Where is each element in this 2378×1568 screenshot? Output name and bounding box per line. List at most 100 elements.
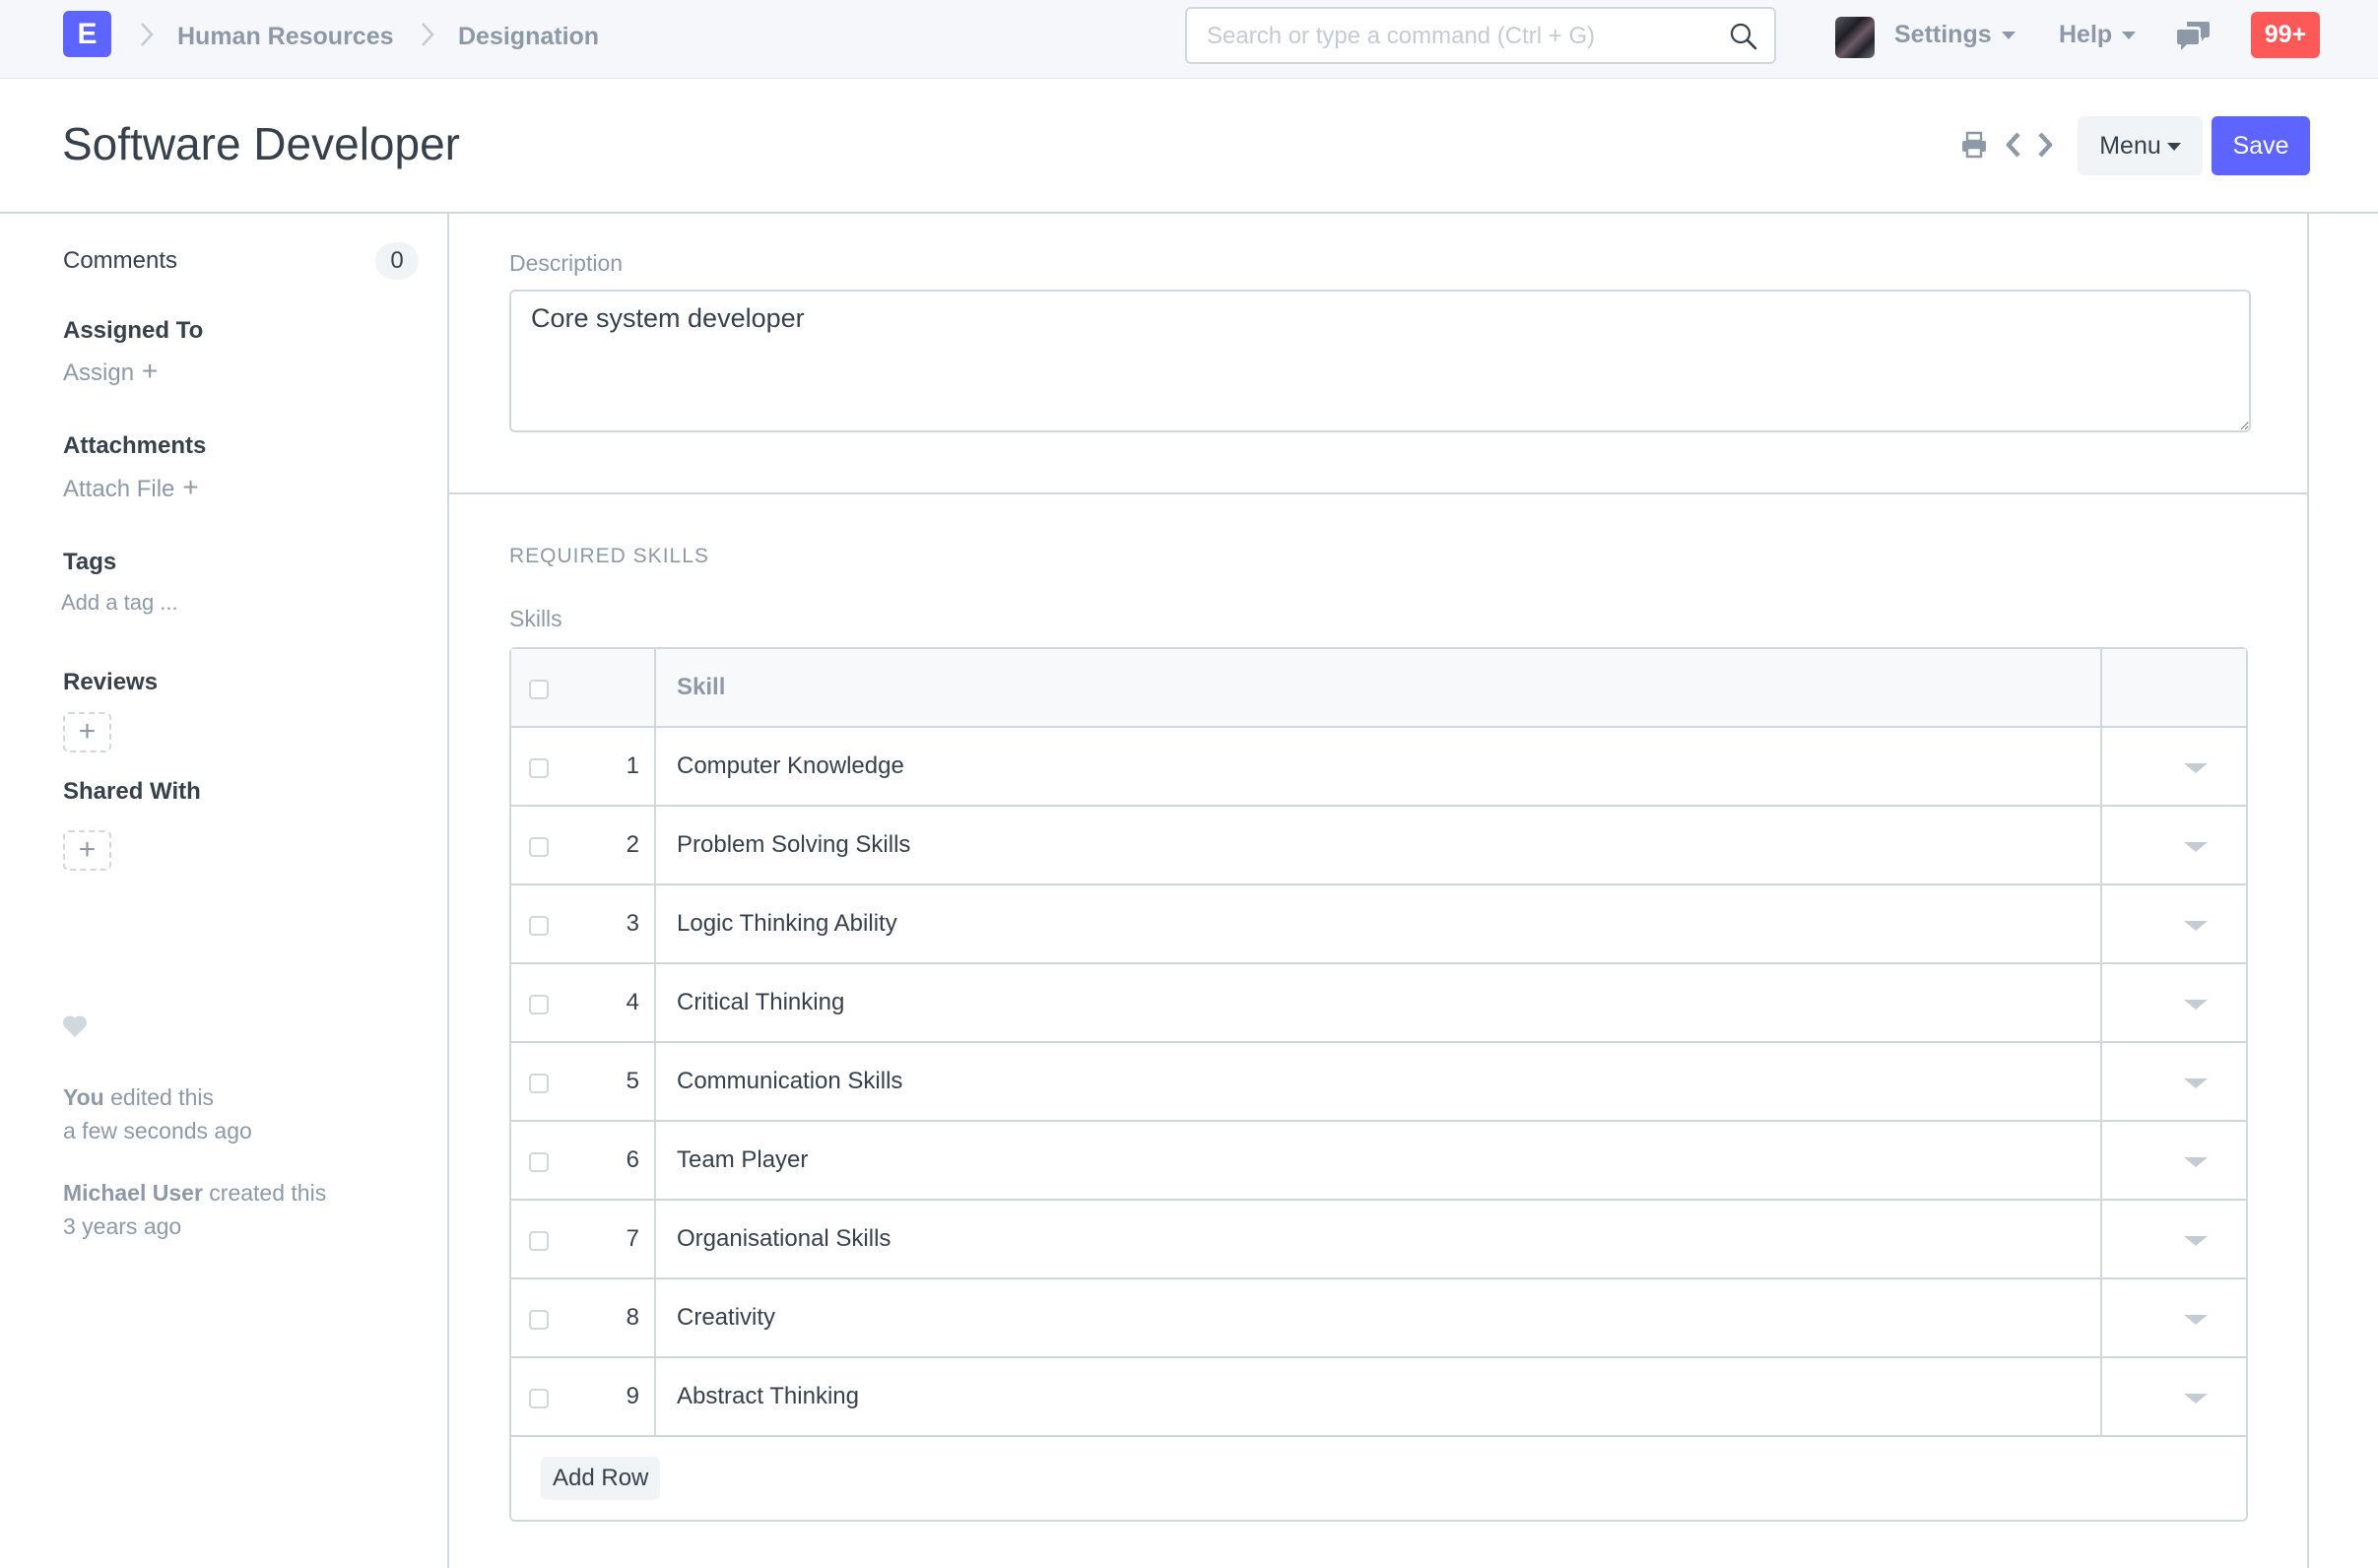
add-tag-input[interactable]: Add a tag ... [61,588,178,618]
row-edit-dropdown-icon[interactable] [2184,1315,2208,1325]
breadcrumb-designation[interactable]: Designation [458,22,599,51]
comments-label[interactable]: Comments [63,246,177,276]
notifications-badge[interactable]: 99+ [2251,12,2320,58]
settings-dropdown[interactable]: Settings [1894,18,2015,51]
row-checkbox[interactable] [529,837,549,857]
add-row-button[interactable]: Add Row [541,1457,661,1500]
plus-icon: + [182,472,199,502]
attach-file-label: Attach File [63,476,175,502]
add-review-button[interactable]: + [63,712,111,752]
heart-icon[interactable] [62,1014,88,1038]
shared-with-heading: Shared With [63,778,201,805]
activity-time: 3 years ago [63,1213,182,1239]
skill-cell[interactable]: Logic Thinking Ability [677,909,897,939]
settings-label: Settings [1894,21,1992,48]
row-edit-dropdown-icon[interactable] [2184,842,2208,852]
skill-cell[interactable]: Communication Skills [677,1067,902,1096]
chat-icon[interactable] [2177,20,2211,51]
row-checkbox[interactable] [529,1389,549,1408]
page-head: Software Developer [0,79,2378,214]
row-edit-dropdown-icon[interactable] [2184,1394,2208,1404]
skill-cell[interactable]: Creativity [677,1303,775,1333]
column-divider [654,1043,656,1120]
table-row[interactable]: 6 Team Player [511,1122,2246,1201]
column-divider [2100,807,2102,883]
table-row[interactable]: 5 Communication Skills [511,1043,2246,1122]
skill-cell[interactable]: Problem Solving Skills [677,830,910,860]
navbar: E Human Resources Designation Settings H… [0,0,2378,79]
row-index: 2 [626,831,639,858]
row-checkbox[interactable] [529,1231,549,1251]
help-dropdown[interactable]: Help [2059,18,2137,51]
description-field[interactable] [509,290,2251,432]
row-index: 9 [626,1383,639,1409]
app-logo[interactable]: E [63,11,111,57]
skills-table: Skill 1 Computer Knowledge 2 Problem Solvin… [509,647,2248,1522]
table-footer: Add Row [511,1437,2246,1520]
row-checkbox[interactable] [529,916,549,936]
column-divider [2100,728,2102,805]
column-divider [2100,1043,2102,1120]
row-edit-dropdown-icon[interactable] [2184,1236,2208,1246]
skill-cell[interactable]: Team Player [677,1145,808,1175]
row-index: 6 [626,1146,639,1173]
menu-button[interactable]: Menu [2078,116,2203,175]
table-row[interactable]: 4 Critical Thinking [511,964,2246,1043]
table-row[interactable]: 3 Logic Thinking Ability [511,885,2246,964]
skill-cell[interactable]: Abstract Thinking [677,1382,859,1411]
search-input[interactable] [1207,21,1719,52]
search-icon[interactable] [1729,22,1758,51]
assigned-to-heading: Assigned To [63,317,204,344]
plus-icon: + [142,356,159,386]
select-all-checkbox[interactable] [529,680,549,699]
column-divider [654,1279,656,1356]
row-checkbox[interactable] [529,1074,549,1093]
chevron-right-icon [141,23,154,46]
row-checkbox[interactable] [529,1152,549,1172]
add-share-button[interactable]: + [63,830,111,871]
form-sidebar: Comments 0 Assigned To Assign + Attachmen… [0,214,449,1568]
table-header: Skill [511,649,2246,728]
activity-user[interactable]: You [63,1084,104,1110]
next-record-icon[interactable] [2035,130,2055,160]
column-divider [2100,1279,2102,1356]
row-checkbox[interactable] [529,995,549,1014]
description-label: Description [509,250,624,276]
row-edit-dropdown-icon[interactable] [2184,1000,2208,1010]
table-row[interactable]: 9 Abstract Thinking [511,1358,2246,1437]
save-button[interactable]: Save [2212,116,2310,175]
row-edit-dropdown-icon[interactable] [2184,1157,2208,1167]
attach-file-link[interactable]: Attach File + [63,473,199,504]
column-divider [2100,1358,2102,1435]
row-checkbox[interactable] [529,758,549,778]
caret-down-icon [2166,143,2181,152]
print-icon[interactable] [1960,131,1988,159]
table-row[interactable]: 1 Computer Knowledge [511,728,2246,807]
row-index: 1 [626,752,639,779]
skill-cell[interactable]: Computer Knowledge [677,751,904,781]
row-checkbox[interactable] [529,1310,549,1330]
table-row[interactable]: 2 Problem Solving Skills [511,807,2246,885]
assign-link[interactable]: Assign + [63,357,158,388]
row-edit-dropdown-icon[interactable] [2184,921,2208,931]
breadcrumb-human-resources[interactable]: Human Resources [177,22,394,51]
row-edit-dropdown-icon[interactable] [2184,1078,2208,1088]
row-edit-dropdown-icon[interactable] [2184,763,2208,773]
plus-icon: + [78,833,97,866]
activity-user[interactable]: Michael User [63,1180,203,1206]
section-title-required-skills: REQUIRED SKILLS [509,545,709,567]
page-title: Software Developer [62,118,460,169]
skill-cell[interactable]: Critical Thinking [677,988,844,1017]
column-divider [2100,885,2102,962]
table-row[interactable]: 7 Organisational Skills [511,1201,2246,1279]
user-avatar[interactable] [1835,17,1875,58]
attachments-heading: Attachments [63,432,207,459]
column-divider [654,885,656,962]
skill-cell[interactable]: Organisational Skills [677,1224,891,1254]
section-divider [449,492,2309,494]
previous-record-icon[interactable] [2004,130,2023,160]
row-index: 4 [626,989,639,1015]
table-row[interactable]: 8 Creativity [511,1279,2246,1358]
column-divider [654,964,656,1041]
activity-time: a few seconds ago [63,1118,252,1143]
